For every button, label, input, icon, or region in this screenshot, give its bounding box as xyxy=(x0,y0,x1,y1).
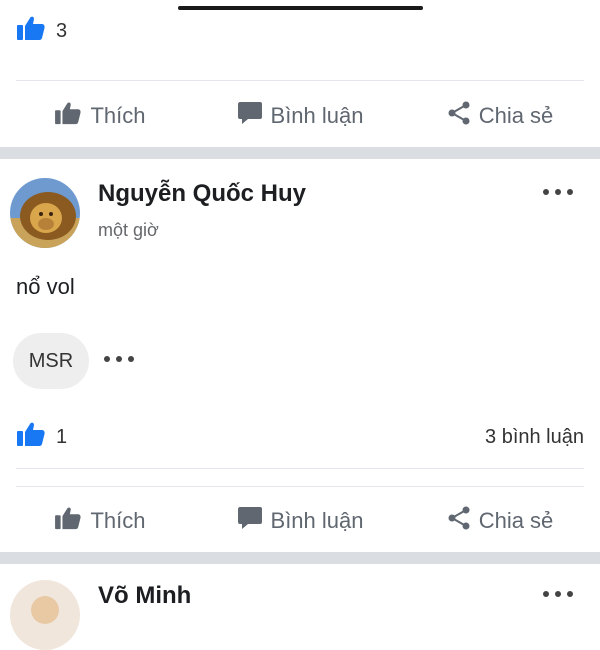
divider xyxy=(16,486,584,487)
comment-button[interactable]: Bình luận xyxy=(200,506,400,536)
post-text: nổ vol xyxy=(16,274,75,299)
like-button[interactable]: Thích xyxy=(0,506,200,536)
comment-button[interactable]: Bình luận xyxy=(200,101,400,131)
post-likes[interactable]: 1 xyxy=(16,422,67,452)
avatar[interactable] xyxy=(10,178,80,248)
thumbs-up-icon xyxy=(16,421,46,453)
thumbs-up-icon xyxy=(54,506,82,536)
author-name[interactable]: Nguyễn Quốc Huy xyxy=(98,180,306,208)
prev-post-likes[interactable]: 3 xyxy=(16,16,67,46)
comment-count[interactable]: 3 bình luận xyxy=(485,426,584,449)
thumbs-up-icon xyxy=(16,15,46,47)
prev-post-action-bar: Thích Bình luận Chia sẻ xyxy=(0,86,600,146)
comment-label: Bình luận xyxy=(270,103,364,128)
divider xyxy=(16,468,584,469)
prev-post-like-count: 3 xyxy=(56,19,68,42)
post-action-bar: Thích Bình luận Chia sẻ xyxy=(0,491,600,551)
avatar[interactable] xyxy=(10,580,80,650)
more-dots-icon[interactable] xyxy=(543,591,573,597)
more-dots-icon[interactable] xyxy=(543,189,573,195)
post-like-count: 1 xyxy=(56,425,68,448)
drag-handle[interactable] xyxy=(178,6,423,10)
next-post-author[interactable]: Võ Minh xyxy=(98,582,191,610)
post-separator xyxy=(0,147,600,159)
like-label: Thích xyxy=(90,103,146,128)
share-button[interactable]: Chia sẻ xyxy=(400,101,600,131)
post-separator xyxy=(0,552,600,564)
share-label: Chia sẻ xyxy=(478,103,554,128)
like-label: Thích xyxy=(90,508,146,533)
post-time[interactable]: một giờ xyxy=(98,220,159,241)
tag-chip[interactable]: MSR xyxy=(13,333,89,389)
speech-bubble-icon xyxy=(237,101,263,131)
share-icon xyxy=(447,506,471,536)
share-button[interactable]: Chia sẻ xyxy=(400,506,600,536)
more-dots-icon[interactable] xyxy=(104,356,134,362)
like-button[interactable]: Thích xyxy=(0,101,200,131)
divider xyxy=(16,80,584,81)
speech-bubble-icon xyxy=(237,506,263,536)
share-label: Chia sẻ xyxy=(478,508,554,533)
share-icon xyxy=(447,101,471,131)
comment-label: Bình luận xyxy=(270,508,364,533)
thumbs-up-icon xyxy=(54,101,82,131)
